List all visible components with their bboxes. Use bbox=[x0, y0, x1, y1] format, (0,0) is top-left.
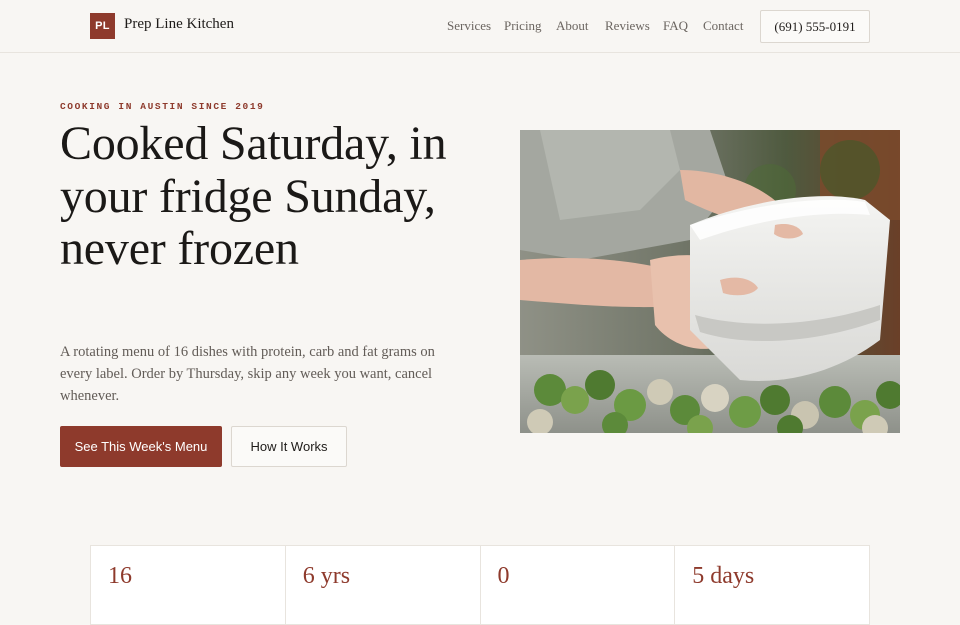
stat-value: 5 days bbox=[692, 563, 755, 589]
see-menu-button[interactable]: See This Week's Menu bbox=[60, 426, 222, 467]
site-header: PL Prep Line Kitchen Services Pricing Ab… bbox=[0, 0, 960, 53]
nav-about[interactable]: About bbox=[556, 18, 589, 34]
stat-value: 6 yrs bbox=[302, 563, 351, 589]
nav-services[interactable]: Services bbox=[447, 18, 491, 34]
stat-card: 16 bbox=[91, 546, 286, 624]
hero-eyebrow: COOKING IN AUSTIN SINCE 2019 bbox=[60, 101, 265, 112]
hero-title: Cooked Saturday, in your fridge Sunday, … bbox=[60, 117, 447, 275]
how-it-works-button[interactable]: How It Works bbox=[231, 426, 347, 467]
nav-contact[interactable]: Contact bbox=[703, 18, 743, 34]
nav-reviews[interactable]: Reviews bbox=[605, 18, 650, 34]
nav-faq[interactable]: FAQ bbox=[663, 18, 688, 34]
phone-button[interactable]: (691) 555-0191 bbox=[760, 10, 870, 43]
brand-name[interactable]: Prep Line Kitchen bbox=[124, 16, 234, 33]
stat-card: 5 days bbox=[675, 546, 869, 624]
stat-card: 0 bbox=[481, 546, 676, 624]
stat-card: 6 yrs bbox=[286, 546, 481, 624]
nav-pricing[interactable]: Pricing bbox=[504, 18, 542, 34]
stats-bar: 16 6 yrs 0 5 days bbox=[90, 545, 870, 625]
hero-lede: A rotating menu of 16 dishes with protei… bbox=[60, 344, 435, 404]
stat-value: 16 bbox=[108, 563, 132, 589]
hero-photo bbox=[520, 130, 900, 433]
logo-badge[interactable]: PL bbox=[90, 13, 115, 39]
stat-value: 0 bbox=[497, 563, 510, 589]
